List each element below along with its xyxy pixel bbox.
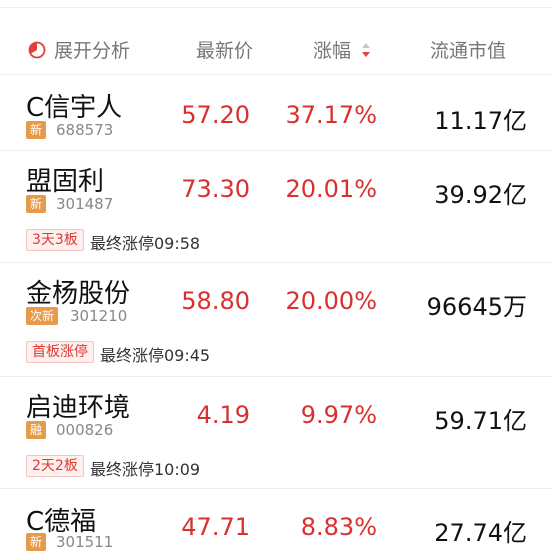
stock-change: 20.00% [285, 287, 377, 315]
stock-code: 688573 [56, 121, 114, 139]
stock-float-cap: 39.92亿 [434, 181, 527, 209]
limit-up-tag: 3天3板 [26, 229, 84, 251]
top-divider [0, 0, 553, 8]
stock-change: 20.01% [285, 175, 377, 203]
new-badge: 新 [26, 121, 47, 139]
stock-name: 盟固利 [26, 167, 105, 197]
stock-price: 47.71 [181, 513, 250, 541]
stock-code: 000826 [56, 421, 114, 439]
stock-price: 4.19 [196, 401, 250, 429]
stock-float-cap: 59.71亿 [434, 407, 527, 435]
stock-float-cap: 11.17亿 [434, 107, 527, 135]
change-header-label: 涨幅 [313, 40, 352, 62]
limit-up-time: 最终涨停09:58 [90, 234, 201, 253]
stock-row[interactable]: C信宇人 新 688573 57.20 37.17% 11.17亿 [0, 74, 553, 150]
stock-change: 9.97% [300, 401, 377, 429]
stock-price: 57.20 [181, 101, 250, 129]
change-header[interactable]: 涨幅 [313, 36, 371, 63]
stock-row[interactable]: 盟固利 新 301487 73.30 20.01% 39.92亿 3天3板 最终… [0, 150, 553, 262]
float-cap-header[interactable]: 流通市值 [430, 36, 506, 63]
stock-code: 301511 [56, 533, 114, 551]
stock-name: 启迪环境 [26, 393, 131, 423]
stock-name: 金杨股份 [26, 279, 131, 309]
list-header: 展开分析 最新价 涨幅 流通市值 [0, 26, 553, 70]
stock-row[interactable]: 金杨股份 次新 301210 58.80 20.00% 96645万 首板涨停 … [0, 262, 553, 376]
stock-price: 73.30 [181, 175, 250, 203]
stock-change: 37.17% [285, 101, 377, 129]
stock-float-cap: 96645万 [426, 293, 527, 321]
limit-up-time: 最终涨停10:09 [90, 460, 201, 479]
limit-up-time: 最终涨停09:45 [100, 346, 211, 365]
limit-up-tag: 首板涨停 [26, 341, 94, 363]
stock-code: 301487 [56, 195, 114, 213]
stock-row[interactable]: 启迪环境 融 000826 4.19 9.97% 59.71亿 2天2板 最终涨… [0, 376, 553, 488]
stock-code: 301210 [70, 307, 128, 325]
sub-new-badge: 次新 [26, 307, 59, 325]
latest-price-header[interactable]: 最新价 [196, 36, 253, 63]
stock-change: 8.83% [300, 513, 377, 541]
stock-float-cap: 27.74亿 [434, 519, 527, 547]
expand-analysis-button[interactable]: 展开分析 [28, 36, 130, 63]
new-badge: 新 [26, 533, 47, 551]
limit-up-tag: 2天2板 [26, 455, 84, 477]
sort-icon [362, 42, 371, 57]
pie-chart-icon [28, 41, 46, 58]
new-badge: 新 [26, 195, 47, 213]
expand-analysis-label: 展开分析 [54, 40, 131, 62]
stock-price: 58.80 [181, 287, 250, 315]
stock-row[interactable]: C德福 新 301511 47.71 8.83% 27.74亿 [0, 488, 553, 560]
stock-name: C信宇人 [26, 93, 123, 123]
margin-badge: 融 [26, 421, 47, 439]
